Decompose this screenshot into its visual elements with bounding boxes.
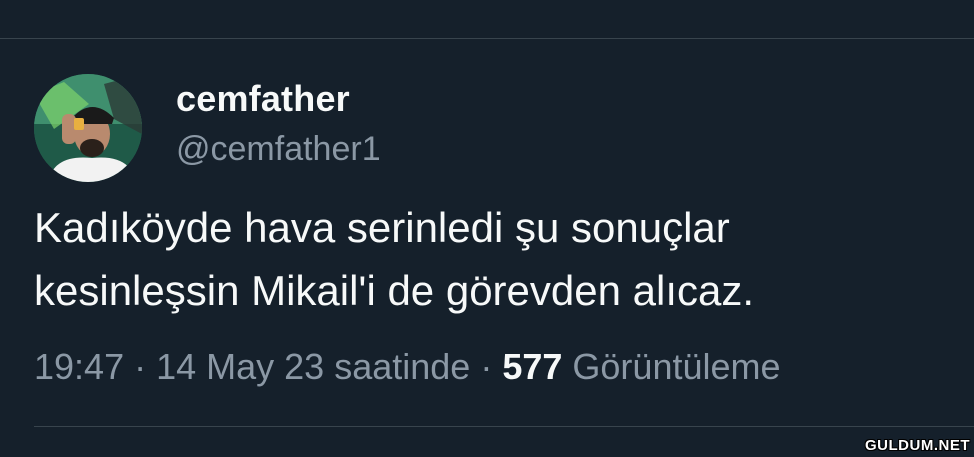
meta-separator: · (124, 346, 157, 387)
tweet-meta: 19:47 · 14 May 23 saatinde · 577 Görüntü… (34, 346, 781, 388)
views-label[interactable]: Görüntüleme (572, 346, 780, 387)
top-divider (0, 38, 974, 39)
avatar-photo (34, 74, 142, 182)
meta-separator: · (470, 346, 503, 387)
bottom-divider (34, 426, 974, 427)
tweet-time[interactable]: 19:47 (34, 346, 124, 387)
views-count[interactable]: 577 (502, 346, 562, 387)
avatar[interactable] (34, 74, 142, 182)
display-name[interactable]: cemfather (176, 78, 350, 120)
user-handle[interactable]: @cemfather1 (176, 130, 381, 169)
tweet-date[interactable]: 14 May 23 saatinde (156, 346, 470, 387)
tweet-text: Kadıköyde hava serinledi şu sonuçlar kes… (34, 204, 755, 314)
watermark: GULDUM.NET (865, 437, 970, 454)
